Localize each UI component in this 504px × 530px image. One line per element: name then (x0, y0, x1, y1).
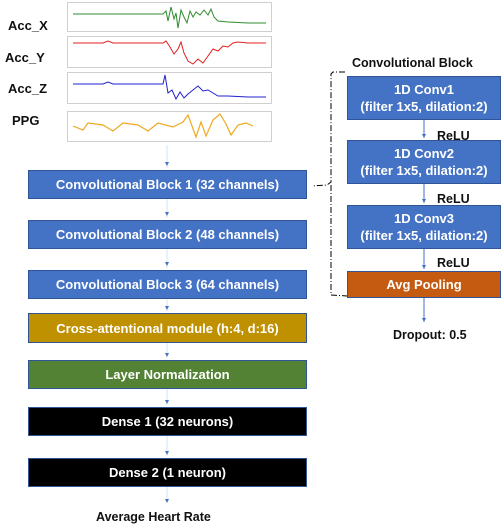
connectors (165, 71, 426, 503)
conv-block-bracket (311, 71, 348, 297)
